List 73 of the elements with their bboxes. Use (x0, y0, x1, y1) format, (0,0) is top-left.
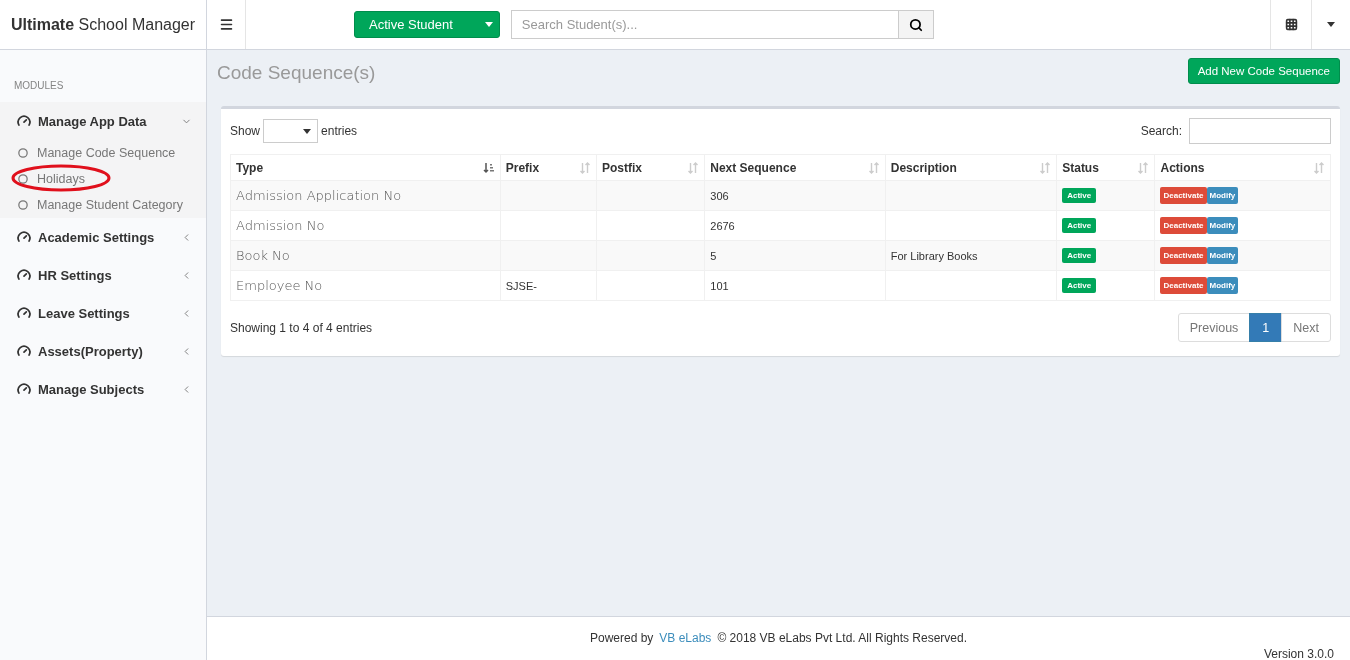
table-cell: Admission Application No (236, 188, 402, 203)
sort-ascending-icon[interactable] (482, 161, 495, 174)
sort-icon[interactable] (867, 161, 880, 174)
sidebar-item[interactable]: Assets(Property) (0, 332, 206, 370)
student-search-field[interactable]: Search Student(s)... (510, 10, 899, 39)
pagination-button[interactable]: Previous (1177, 313, 1251, 342)
deactivate-button[interactable]: Deactivate (1160, 187, 1207, 204)
entries-label: entries (321, 124, 358, 138)
table-cell: SJSE- (505, 279, 537, 292)
pagination-button[interactable]: 1 (1249, 313, 1283, 342)
sidebar-item[interactable]: Academic Settings (0, 218, 206, 256)
table-cell: For Library Books (890, 249, 978, 262)
circle-icon (18, 200, 28, 210)
search-button[interactable] (898, 10, 934, 39)
sidebar-header: MODULES (13, 80, 65, 93)
sidebar-subitem[interactable]: Manage Code Sequence (0, 140, 206, 166)
deactivate-button[interactable]: Deactivate (1160, 217, 1207, 234)
page-title: Code Sequence(s) (217, 62, 376, 84)
table-search-field[interactable] (1189, 118, 1331, 144)
search-label: Search: (1140, 124, 1182, 138)
gauge-icon (17, 344, 31, 358)
pagination-button[interactable]: Next (1281, 313, 1331, 342)
gauge-icon (17, 268, 31, 282)
version-text: Version 3.0.0 (1263, 647, 1334, 660)
deactivate-button[interactable]: Deactivate (1160, 247, 1207, 264)
column-header[interactable]: Type (236, 160, 264, 175)
circle-icon (18, 148, 28, 158)
sort-icon[interactable] (1313, 161, 1325, 174)
deactivate-button[interactable]: Deactivate (1160, 277, 1207, 294)
sidebar-item[interactable]: Manage Subjects (0, 370, 206, 408)
sidebar-item[interactable]: Manage App Data (0, 102, 206, 140)
sort-icon[interactable] (579, 161, 591, 174)
caret-icon (1327, 22, 1335, 27)
column-header[interactable]: Actions (1160, 160, 1205, 175)
table-cell: Book No (236, 248, 290, 263)
add-button[interactable]: Add New Code Sequence (1187, 58, 1340, 84)
powered-by-text: Powered by (589, 631, 654, 647)
entries-info: Showing 1 to 4 of 4 entries (230, 320, 373, 335)
caret-icon (484, 22, 493, 27)
sort-icon[interactable] (1137, 161, 1150, 174)
table-cell: Admission No (236, 218, 325, 233)
sidebar-item[interactable]: HR Settings (0, 256, 206, 294)
show-label: Show (230, 124, 261, 138)
sort-icon[interactable] (687, 161, 700, 174)
status-badge: Active (1062, 218, 1097, 233)
sidebar-item[interactable]: Leave Settings (0, 294, 206, 332)
modify-button[interactable]: Modify (1206, 247, 1239, 264)
company-link[interactable]: VB eLabs (657, 631, 714, 660)
gauge-icon (17, 306, 31, 320)
status-badge: Active (1062, 248, 1097, 263)
sidebar-subitem[interactable]: Holidays (0, 166, 206, 192)
copyright-text: © 2018 VB eLabs Pvt Ltd. All Rights Reserved. (717, 631, 968, 647)
search-icon (908, 17, 923, 32)
gauge-icon (17, 230, 31, 244)
sidebar-subitem[interactable]: Manage Student Category (0, 192, 206, 218)
table-cell: 5 (710, 249, 717, 262)
status-badge: Active (1062, 278, 1097, 293)
table-cell: 306 (710, 189, 729, 202)
table-cell: Employee No (236, 278, 323, 293)
gauge-icon (17, 114, 31, 128)
modify-button[interactable]: Modify (1206, 217, 1239, 234)
entries-select[interactable] (263, 119, 319, 143)
modify-button[interactable]: Modify (1206, 187, 1239, 204)
table-cell: 101 (710, 279, 729, 292)
status-badge: Active (1062, 188, 1097, 203)
modify-button[interactable]: Modify (1206, 277, 1239, 294)
circle-icon (18, 174, 28, 184)
table-cell: 2676 (710, 219, 735, 232)
app-logo[interactable]: Ultimate School Manager (0, 0, 207, 49)
grid-icon (1284, 18, 1298, 31)
sort-icon[interactable] (1039, 161, 1052, 174)
student-dropdown-button[interactable]: Active Student (354, 11, 500, 38)
gauge-icon (17, 382, 31, 396)
